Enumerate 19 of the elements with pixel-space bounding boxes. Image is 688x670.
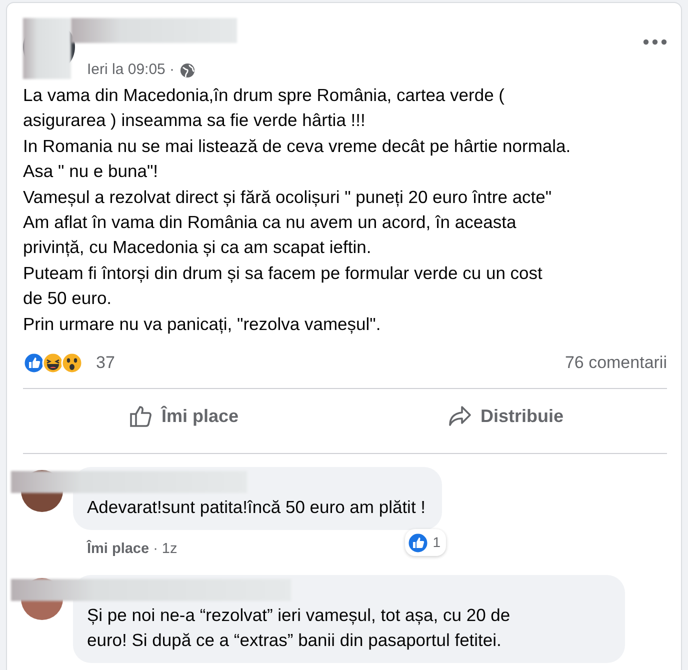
comments-count[interactable]: 76 comentarii — [564, 350, 667, 376]
more-options-icon[interactable] — [643, 39, 667, 45]
laughing-emoji-icon — [42, 352, 64, 374]
post-text: La vama din Macedonia,în drum spre România, cartea verde ( asigurarea ) inseamma sa fie verde hârtia !!! In Romania nu se mai listează de ceva vreme decât pe hârtie normala. Asa " nu e buna"! Vameșul a rezolvat direct și fără ocolișuri " puneți 20 euro între acte" Am aflat în vama din România ca nu avem un acord, în aceasta privință, cu Macedonia și ca am scapat ieftin. Puteam fi întorși din drum și sa facem pe formular verde cu un cost de 50 euro. Prin urmare nu va panicați, "rezolva vameșul". — [23, 84, 572, 336]
reaction-badge[interactable]: 1 — [404, 529, 446, 556]
comment-text: Adevarat!sunt patita!încă 50 euro am plătit ! — [87, 496, 426, 520]
like-button[interactable]: Îmi place — [23, 389, 345, 444]
like-reaction-icon — [23, 352, 45, 374]
thumbs-up-icon — [129, 404, 154, 428]
share-arrow-icon — [448, 405, 472, 428]
post-time[interactable]: Ieri la 09:05 · — [87, 59, 175, 82]
share-button[interactable]: Distribuie — [345, 389, 667, 444]
reaction-count[interactable]: 37 — [96, 350, 115, 376]
comment-text: Și pe noi ne-a “rezolvat” ieri vameșul, tot așa, cu 20 de euro! Si după ce a “extras” banii din pasaportul fetitei. — [87, 604, 512, 652]
like-reaction-icon — [406, 532, 429, 554]
comment-age: · 1z — [153, 540, 178, 560]
globe-icon — [180, 62, 195, 78]
surprised-emoji-icon — [61, 352, 83, 374]
like-link[interactable]: Îmi place — [87, 539, 150, 561]
